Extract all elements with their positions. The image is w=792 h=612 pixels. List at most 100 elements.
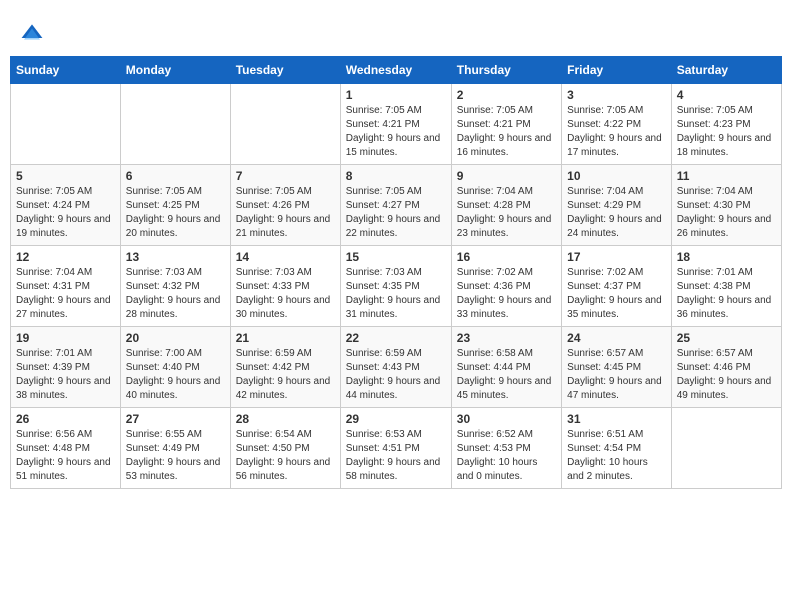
day-detail: Sunrise: 7:05 AM Sunset: 4:24 PM Dayligh… bbox=[16, 185, 115, 241]
day-number: 29 bbox=[346, 412, 446, 426]
day-detail: Sunrise: 7:01 AM Sunset: 4:39 PM Dayligh… bbox=[16, 347, 115, 403]
calendar-week-2: 5 Sunrise: 7:05 AM Sunset: 4:24 PM Daylig… bbox=[11, 165, 782, 246]
day-number: 15 bbox=[346, 250, 446, 264]
calendar-cell: 9 Sunrise: 7:04 AM Sunset: 4:28 PM Daylig… bbox=[451, 165, 561, 246]
calendar-header-row: SundayMondayTuesdayWednesdayThursdayFrid… bbox=[11, 57, 782, 84]
day-number: 23 bbox=[457, 331, 556, 345]
calendar-cell: 8 Sunrise: 7:05 AM Sunset: 4:27 PM Daylig… bbox=[340, 165, 451, 246]
day-number: 4 bbox=[677, 88, 776, 102]
calendar-cell: 25Sunrise: 6:57 AM Sunset: 4:46 PM Dayli… bbox=[671, 327, 781, 408]
day-number: 21 bbox=[236, 331, 335, 345]
day-number: 2 bbox=[457, 88, 556, 102]
day-detail: Sunrise: 7:05 AM Sunset: 4:25 PM Dayligh… bbox=[126, 185, 225, 241]
day-detail: Sunrise: 7:05 AM Sunset: 4:21 PM Dayligh… bbox=[346, 104, 446, 160]
day-detail: Sunrise: 7:04 AM Sunset: 4:28 PM Dayligh… bbox=[457, 185, 556, 241]
calendar-cell: 29Sunrise: 6:53 AM Sunset: 4:51 PM Dayli… bbox=[340, 408, 451, 489]
day-detail: Sunrise: 7:05 AM Sunset: 4:26 PM Dayligh… bbox=[236, 185, 335, 241]
day-detail: Sunrise: 6:57 AM Sunset: 4:45 PM Dayligh… bbox=[567, 347, 666, 403]
logo-icon bbox=[20, 22, 44, 46]
calendar-cell: 27 Sunrise: 6:55 AM Sunset: 4:49 PM Dayli… bbox=[120, 408, 230, 489]
day-number: 18 bbox=[677, 250, 776, 264]
day-detail: Sunrise: 7:05 AM Sunset: 4:22 PM Dayligh… bbox=[567, 104, 666, 160]
calendar-cell: 30 Sunrise: 6:52 AM Sunset: 4:53 PM Dayli… bbox=[451, 408, 561, 489]
calendar-cell: 1 Sunrise: 7:05 AM Sunset: 4:21 PM Daylig… bbox=[340, 84, 451, 165]
day-detail: Sunrise: 6:51 AM Sunset: 4:54 PM Dayligh… bbox=[567, 428, 666, 484]
day-number: 16 bbox=[457, 250, 556, 264]
day-number: 24 bbox=[567, 331, 666, 345]
calendar-week-4: 19Sunrise: 7:01 AM Sunset: 4:39 PM Dayli… bbox=[11, 327, 782, 408]
day-number: 26 bbox=[16, 412, 115, 426]
day-number: 28 bbox=[236, 412, 335, 426]
calendar-cell bbox=[230, 84, 340, 165]
day-number: 30 bbox=[457, 412, 556, 426]
day-detail: Sunrise: 7:05 AM Sunset: 4:21 PM Dayligh… bbox=[457, 104, 556, 160]
calendar-header-monday: Monday bbox=[120, 57, 230, 84]
calendar-cell: 19Sunrise: 7:01 AM Sunset: 4:39 PM Dayli… bbox=[11, 327, 121, 408]
day-detail: Sunrise: 6:55 AM Sunset: 4:49 PM Dayligh… bbox=[126, 428, 225, 484]
day-detail: Sunrise: 6:58 AM Sunset: 4:44 PM Dayligh… bbox=[457, 347, 556, 403]
day-number: 8 bbox=[346, 169, 446, 183]
day-detail: Sunrise: 7:02 AM Sunset: 4:37 PM Dayligh… bbox=[567, 266, 666, 322]
day-detail: Sunrise: 7:03 AM Sunset: 4:35 PM Dayligh… bbox=[346, 266, 446, 322]
calendar-cell: 11 Sunrise: 7:04 AM Sunset: 4:30 PM Dayli… bbox=[671, 165, 781, 246]
calendar-cell: 28Sunrise: 6:54 AM Sunset: 4:50 PM Dayli… bbox=[230, 408, 340, 489]
calendar-week-5: 26 Sunrise: 6:56 AM Sunset: 4:48 PM Dayli… bbox=[11, 408, 782, 489]
day-detail: Sunrise: 7:04 AM Sunset: 4:29 PM Dayligh… bbox=[567, 185, 666, 241]
calendar-cell: 6 Sunrise: 7:05 AM Sunset: 4:25 PM Daylig… bbox=[120, 165, 230, 246]
calendar-cell: 13 Sunrise: 7:03 AM Sunset: 4:32 PM Dayli… bbox=[120, 246, 230, 327]
calendar-cell: 15 Sunrise: 7:03 AM Sunset: 4:35 PM Dayli… bbox=[340, 246, 451, 327]
day-number: 6 bbox=[126, 169, 225, 183]
day-number: 11 bbox=[677, 169, 776, 183]
calendar-cell: 7 Sunrise: 7:05 AM Sunset: 4:26 PM Daylig… bbox=[230, 165, 340, 246]
day-number: 22 bbox=[346, 331, 446, 345]
calendar-cell: 26 Sunrise: 6:56 AM Sunset: 4:48 PM Dayli… bbox=[11, 408, 121, 489]
day-detail: Sunrise: 6:56 AM Sunset: 4:48 PM Dayligh… bbox=[16, 428, 115, 484]
day-detail: Sunrise: 6:59 AM Sunset: 4:43 PM Dayligh… bbox=[346, 347, 446, 403]
day-detail: Sunrise: 6:57 AM Sunset: 4:46 PM Dayligh… bbox=[677, 347, 776, 403]
calendar-week-3: 12 Sunrise: 7:04 AM Sunset: 4:31 PM Dayli… bbox=[11, 246, 782, 327]
day-number: 10 bbox=[567, 169, 666, 183]
logo bbox=[20, 20, 48, 46]
day-detail: Sunrise: 7:01 AM Sunset: 4:38 PM Dayligh… bbox=[677, 266, 776, 322]
calendar-cell: 12 Sunrise: 7:04 AM Sunset: 4:31 PM Dayli… bbox=[11, 246, 121, 327]
day-number: 12 bbox=[16, 250, 115, 264]
day-detail: Sunrise: 6:52 AM Sunset: 4:53 PM Dayligh… bbox=[457, 428, 556, 484]
calendar-header-sunday: Sunday bbox=[11, 57, 121, 84]
calendar-header-tuesday: Tuesday bbox=[230, 57, 340, 84]
day-number: 20 bbox=[126, 331, 225, 345]
day-detail: Sunrise: 7:00 AM Sunset: 4:40 PM Dayligh… bbox=[126, 347, 225, 403]
calendar-cell: 14Sunrise: 7:03 AM Sunset: 4:33 PM Dayli… bbox=[230, 246, 340, 327]
calendar-header-wednesday: Wednesday bbox=[340, 57, 451, 84]
calendar-cell: 18 Sunrise: 7:01 AM Sunset: 4:38 PM Dayli… bbox=[671, 246, 781, 327]
calendar-body: 1 Sunrise: 7:05 AM Sunset: 4:21 PM Daylig… bbox=[11, 84, 782, 489]
calendar-header-friday: Friday bbox=[562, 57, 672, 84]
day-number: 7 bbox=[236, 169, 335, 183]
calendar-cell: 20 Sunrise: 7:00 AM Sunset: 4:40 PM Dayli… bbox=[120, 327, 230, 408]
calendar-cell bbox=[11, 84, 121, 165]
day-detail: Sunrise: 7:05 AM Sunset: 4:23 PM Dayligh… bbox=[677, 104, 776, 160]
day-detail: Sunrise: 7:02 AM Sunset: 4:36 PM Dayligh… bbox=[457, 266, 556, 322]
day-number: 1 bbox=[346, 88, 446, 102]
calendar-cell: 17 Sunrise: 7:02 AM Sunset: 4:37 PM Dayli… bbox=[562, 246, 672, 327]
calendar-cell: 10 Sunrise: 7:04 AM Sunset: 4:29 PM Dayli… bbox=[562, 165, 672, 246]
calendar-header-thursday: Thursday bbox=[451, 57, 561, 84]
day-detail: Sunrise: 7:04 AM Sunset: 4:31 PM Dayligh… bbox=[16, 266, 115, 322]
day-number: 27 bbox=[126, 412, 225, 426]
calendar-week-1: 1 Sunrise: 7:05 AM Sunset: 4:21 PM Daylig… bbox=[11, 84, 782, 165]
day-number: 17 bbox=[567, 250, 666, 264]
day-detail: Sunrise: 7:03 AM Sunset: 4:32 PM Dayligh… bbox=[126, 266, 225, 322]
calendar-cell: 5 Sunrise: 7:05 AM Sunset: 4:24 PM Daylig… bbox=[11, 165, 121, 246]
calendar-cell: 16 Sunrise: 7:02 AM Sunset: 4:36 PM Dayli… bbox=[451, 246, 561, 327]
day-number: 9 bbox=[457, 169, 556, 183]
day-number: 13 bbox=[126, 250, 225, 264]
day-detail: Sunrise: 7:05 AM Sunset: 4:27 PM Dayligh… bbox=[346, 185, 446, 241]
day-number: 3 bbox=[567, 88, 666, 102]
calendar-cell bbox=[671, 408, 781, 489]
day-number: 14 bbox=[236, 250, 335, 264]
day-detail: Sunrise: 6:59 AM Sunset: 4:42 PM Dayligh… bbox=[236, 347, 335, 403]
day-number: 5 bbox=[16, 169, 115, 183]
calendar-cell: 31Sunrise: 6:51 AM Sunset: 4:54 PM Dayli… bbox=[562, 408, 672, 489]
calendar-cell: 21 Sunrise: 6:59 AM Sunset: 4:42 PM Dayli… bbox=[230, 327, 340, 408]
page-header bbox=[10, 10, 782, 51]
day-detail: Sunrise: 7:04 AM Sunset: 4:30 PM Dayligh… bbox=[677, 185, 776, 241]
